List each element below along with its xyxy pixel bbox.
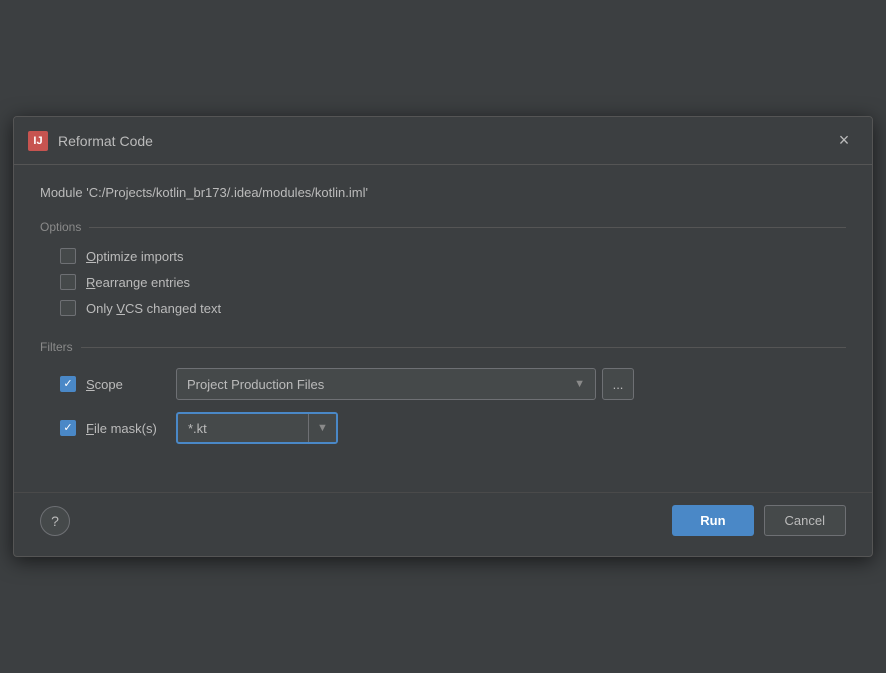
- help-icon: ?: [51, 513, 59, 529]
- file-mask-row: File mask(s) ▼: [60, 412, 846, 444]
- help-button[interactable]: ?: [40, 506, 70, 536]
- filters-divider: [81, 347, 846, 348]
- scope-dropdown[interactable]: Project Production Files ▼: [176, 368, 596, 400]
- run-button[interactable]: Run: [672, 505, 753, 536]
- filters-group: Scope Project Production Files ▼ ... Fil…: [40, 368, 846, 444]
- dots-icon: ...: [613, 377, 624, 392]
- rearrange-entries-checkbox[interactable]: [60, 274, 76, 290]
- app-icon: IJ: [28, 131, 48, 151]
- scope-dropdown-value: Project Production Files: [187, 377, 324, 392]
- scope-row: Scope Project Production Files ▼ ...: [60, 368, 846, 400]
- optimize-imports-row: Optimize imports: [60, 248, 846, 264]
- dialog-title: Reformat Code: [58, 133, 153, 149]
- only-vcs-checkbox[interactable]: [60, 300, 76, 316]
- optimize-imports-checkbox[interactable]: [60, 248, 76, 264]
- reformat-code-dialog: IJ Reformat Code × Module 'C:/Projects/k…: [13, 116, 873, 557]
- options-label: Options: [40, 220, 81, 234]
- filters-label: Filters: [40, 340, 73, 354]
- file-mask-dropdown-button[interactable]: ▼: [308, 414, 336, 442]
- close-icon: ×: [839, 130, 850, 151]
- file-mask-input[interactable]: [178, 416, 308, 441]
- optimize-imports-label: Optimize imports: [86, 249, 184, 264]
- options-divider: [89, 227, 846, 228]
- only-vcs-row: Only VCS changed text: [60, 300, 846, 316]
- dialog-content: Module 'C:/Projects/kotlin_br173/.idea/m…: [14, 165, 872, 492]
- footer-buttons: Run Cancel: [672, 505, 846, 536]
- options-section-header: Options: [40, 220, 846, 234]
- file-mask-checkbox[interactable]: [60, 420, 76, 436]
- cancel-button[interactable]: Cancel: [764, 505, 846, 536]
- only-vcs-label: Only VCS changed text: [86, 301, 221, 316]
- title-bar: IJ Reformat Code ×: [14, 117, 872, 165]
- close-button[interactable]: ×: [830, 127, 858, 155]
- rearrange-entries-row: Rearrange entries: [60, 274, 846, 290]
- module-path: Module 'C:/Projects/kotlin_br173/.idea/m…: [40, 185, 846, 200]
- filters-section-header: Filters: [40, 340, 846, 354]
- scope-dropdown-arrow-icon: ▼: [574, 378, 585, 390]
- scope-label: Scope: [86, 377, 166, 392]
- scope-dots-button[interactable]: ...: [602, 368, 634, 400]
- file-mask-dropdown-arrow-icon: ▼: [317, 422, 328, 434]
- rearrange-entries-label: Rearrange entries: [86, 275, 190, 290]
- dialog-footer: ? Run Cancel: [14, 492, 872, 556]
- options-group: Optimize imports Rearrange entries Only …: [40, 248, 846, 316]
- scope-checkbox[interactable]: [60, 376, 76, 392]
- file-mask-label: File mask(s): [86, 421, 166, 436]
- title-bar-left: IJ Reformat Code: [28, 131, 153, 151]
- scope-dropdown-wrapper: Project Production Files ▼ ...: [176, 368, 634, 400]
- file-mask-input-wrapper: ▼: [176, 412, 338, 444]
